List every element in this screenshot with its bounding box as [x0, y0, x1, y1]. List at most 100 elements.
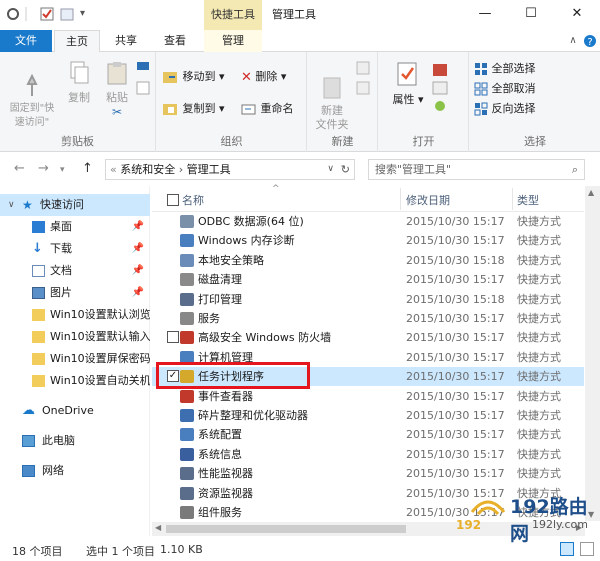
file-row[interactable]: 磁盘清理 2015/10/30 15:17 快捷方式 [152, 270, 584, 289]
help-icon[interactable]: ? [582, 30, 598, 52]
file-name: 组件服务 [198, 506, 242, 519]
nav-item-pictures[interactable]: 图片 📌 [0, 282, 150, 304]
nav-item-this-pc[interactable]: 此电脑 [0, 430, 150, 452]
file-type: 快捷方式 [517, 370, 561, 384]
cut-icon[interactable]: ✂ [102, 105, 132, 119]
forward-button[interactable]: → [38, 161, 49, 176]
file-type: 快捷方式 [517, 331, 561, 345]
pin-icon[interactable]: 📌 [132, 238, 144, 260]
refresh-icon[interactable]: ↻ [341, 160, 350, 179]
column-name[interactable]: 名称 [182, 192, 204, 208]
file-type: 快捷方式 [517, 215, 561, 228]
copy-to-icon [163, 104, 177, 115]
tab-home[interactable]: 主页 [54, 30, 100, 53]
tab-file[interactable]: 文件 [0, 30, 52, 52]
address-path[interactable]: « 系统和安全 › 管理工具 ∨ ↻ [105, 159, 355, 180]
select-all-checkbox[interactable] [167, 194, 179, 206]
nav-item-folder-2[interactable]: Win10设置默认输入 [0, 326, 150, 348]
nav-item-folder-1[interactable]: Win10设置默认浏览 [0, 304, 150, 326]
column-divider[interactable] [512, 188, 513, 210]
shortcut-icon [180, 234, 194, 248]
select-group: 全部选择 全部取消 反向选择 选择 [470, 52, 600, 152]
customize-quick-access-icon[interactable]: ▾ [80, 7, 94, 21]
properties-icon[interactable] [6, 7, 20, 21]
file-date: 2015/10/30 15:17 [406, 389, 505, 403]
invert-selection-label: 反向选择 [491, 102, 536, 115]
tab-manage[interactable]: 管理 [204, 30, 262, 52]
nav-label: 下载 [50, 242, 72, 255]
collapse-ribbon-icon[interactable]: ∧ [566, 30, 580, 52]
shortcut-icon [180, 447, 194, 461]
file-row[interactable]: 高级安全 Windows 防火墙 2015/10/30 15:17 快捷方式 [152, 328, 584, 347]
pin-icon[interactable]: 📌 [132, 282, 144, 304]
properties-button[interactable]: 属性 ▾ [391, 60, 425, 107]
file-date: 2015/10/30 15:17 [406, 350, 505, 364]
copy-to-button[interactable]: 复制到 ▾ [163, 100, 225, 116]
tab-share[interactable]: 共享 [104, 30, 148, 52]
scroll-up-icon[interactable]: ▲ [588, 188, 594, 197]
file-date: 2015/10/30 15:17 [406, 370, 505, 384]
invert-selection-button[interactable]: 反向选择 [474, 100, 536, 116]
column-type[interactable]: 类型 [517, 192, 539, 208]
checklist-icon[interactable] [40, 7, 54, 21]
nav-item-folder-4[interactable]: Win10设置自动关机 [0, 370, 150, 392]
file-row[interactable]: Windows 内存诊断 2015/10/30 15:17 快捷方式 [152, 231, 584, 250]
new-item-icons[interactable] [356, 60, 372, 103]
rename-button[interactable]: 重命名 [241, 100, 294, 116]
maximize-button[interactable]: ☐ [508, 0, 554, 30]
minimize-button[interactable]: — [462, 0, 508, 30]
up-button[interactable]: ↑ [82, 161, 93, 176]
selection-size: 1.10 KB [160, 543, 203, 556]
close-button[interactable]: ✕ [554, 0, 600, 30]
file-row[interactable]: ODBC 数据源(64 位) 2015/10/30 15:17 快捷方式 [152, 212, 584, 231]
nav-item-desktop[interactable]: 桌面 📌 [0, 216, 150, 238]
watermark-logo: 192路由网 192 192ly.com [448, 488, 598, 545]
nav-item-downloads[interactable]: ↓ 下载 📌 [0, 238, 150, 260]
vertical-scrollbar[interactable]: ▲ ▼ [585, 186, 600, 521]
recent-locations-icon[interactable]: ▾ [60, 165, 65, 175]
file-row[interactable]: 系统配置 2015/10/30 15:17 快捷方式 [152, 425, 584, 444]
new-folder-icon[interactable] [60, 7, 74, 21]
open-small-icons[interactable] [431, 62, 461, 115]
search-input[interactable]: 搜索"管理工具" ⌕ [368, 159, 585, 180]
select-all-button[interactable]: 全部选择 [474, 60, 536, 76]
copy-button[interactable]: 复制 [64, 60, 94, 105]
move-to-button[interactable]: 移动到 ▾ [163, 68, 225, 84]
delete-button[interactable]: ✕ 删除 ▾ [241, 68, 286, 85]
pin-icon[interactable]: 📌 [132, 260, 144, 282]
column-date[interactable]: 修改日期 [406, 192, 450, 208]
nav-item-onedrive[interactable]: ☁ OneDrive [0, 400, 150, 422]
red-highlight-box [156, 362, 310, 389]
pin-quick-access-button[interactable]: 固定到"快 速访问" [8, 60, 56, 144]
scroll-thumb[interactable] [166, 525, 406, 533]
address-dropdown-icon[interactable]: ∨ [327, 160, 334, 179]
nav-item-documents[interactable]: 文档 📌 [0, 260, 150, 282]
nav-label: OneDrive [42, 404, 94, 417]
nav-item-network[interactable]: 网络 [0, 460, 150, 482]
file-row[interactable]: 本地安全策略 2015/10/30 15:18 快捷方式 [152, 251, 584, 270]
file-row[interactable]: 打印管理 2015/10/30 15:18 快捷方式 [152, 290, 584, 309]
nav-item-quick-access[interactable]: ∨ ★ 快速访问 [0, 194, 150, 216]
item-count: 18 个项目 [12, 545, 63, 558]
pin-icon[interactable]: 📌 [132, 216, 144, 238]
file-row[interactable]: 系统信息 2015/10/30 15:17 快捷方式 [152, 445, 584, 464]
paste-button[interactable]: 粘贴 ✂ [102, 60, 132, 119]
desktop-icon [32, 221, 45, 233]
nav-item-folder-3[interactable]: Win10设置屏保密码 [0, 348, 150, 370]
shortcut-icon [180, 428, 194, 442]
scroll-left-icon[interactable]: ◀ [155, 523, 161, 532]
column-divider[interactable] [400, 188, 401, 210]
back-button[interactable]: ← [14, 161, 25, 176]
svg-text:?: ? [587, 37, 592, 48]
breadcrumb-admin-tools[interactable]: 管理工具 [187, 163, 231, 176]
column-header: ^ 名称 修改日期 类型 [152, 184, 584, 212]
row-checkbox[interactable] [167, 331, 179, 344]
expand-icon[interactable]: ∨ [8, 194, 15, 216]
file-row[interactable]: 服务 2015/10/30 15:17 快捷方式 [152, 309, 584, 328]
breadcrumb-system-security[interactable]: 系统和安全 [120, 163, 175, 176]
select-none-button[interactable]: 全部取消 [474, 80, 536, 96]
file-row[interactable]: 性能监视器 2015/10/30 15:17 快捷方式 [152, 464, 584, 483]
file-row[interactable]: 碎片整理和优化驱动器 2015/10/30 15:17 快捷方式 [152, 406, 584, 425]
tab-view[interactable]: 查看 [152, 30, 198, 52]
file-row[interactable]: 事件查看器 2015/10/30 15:17 快捷方式 [152, 387, 584, 406]
